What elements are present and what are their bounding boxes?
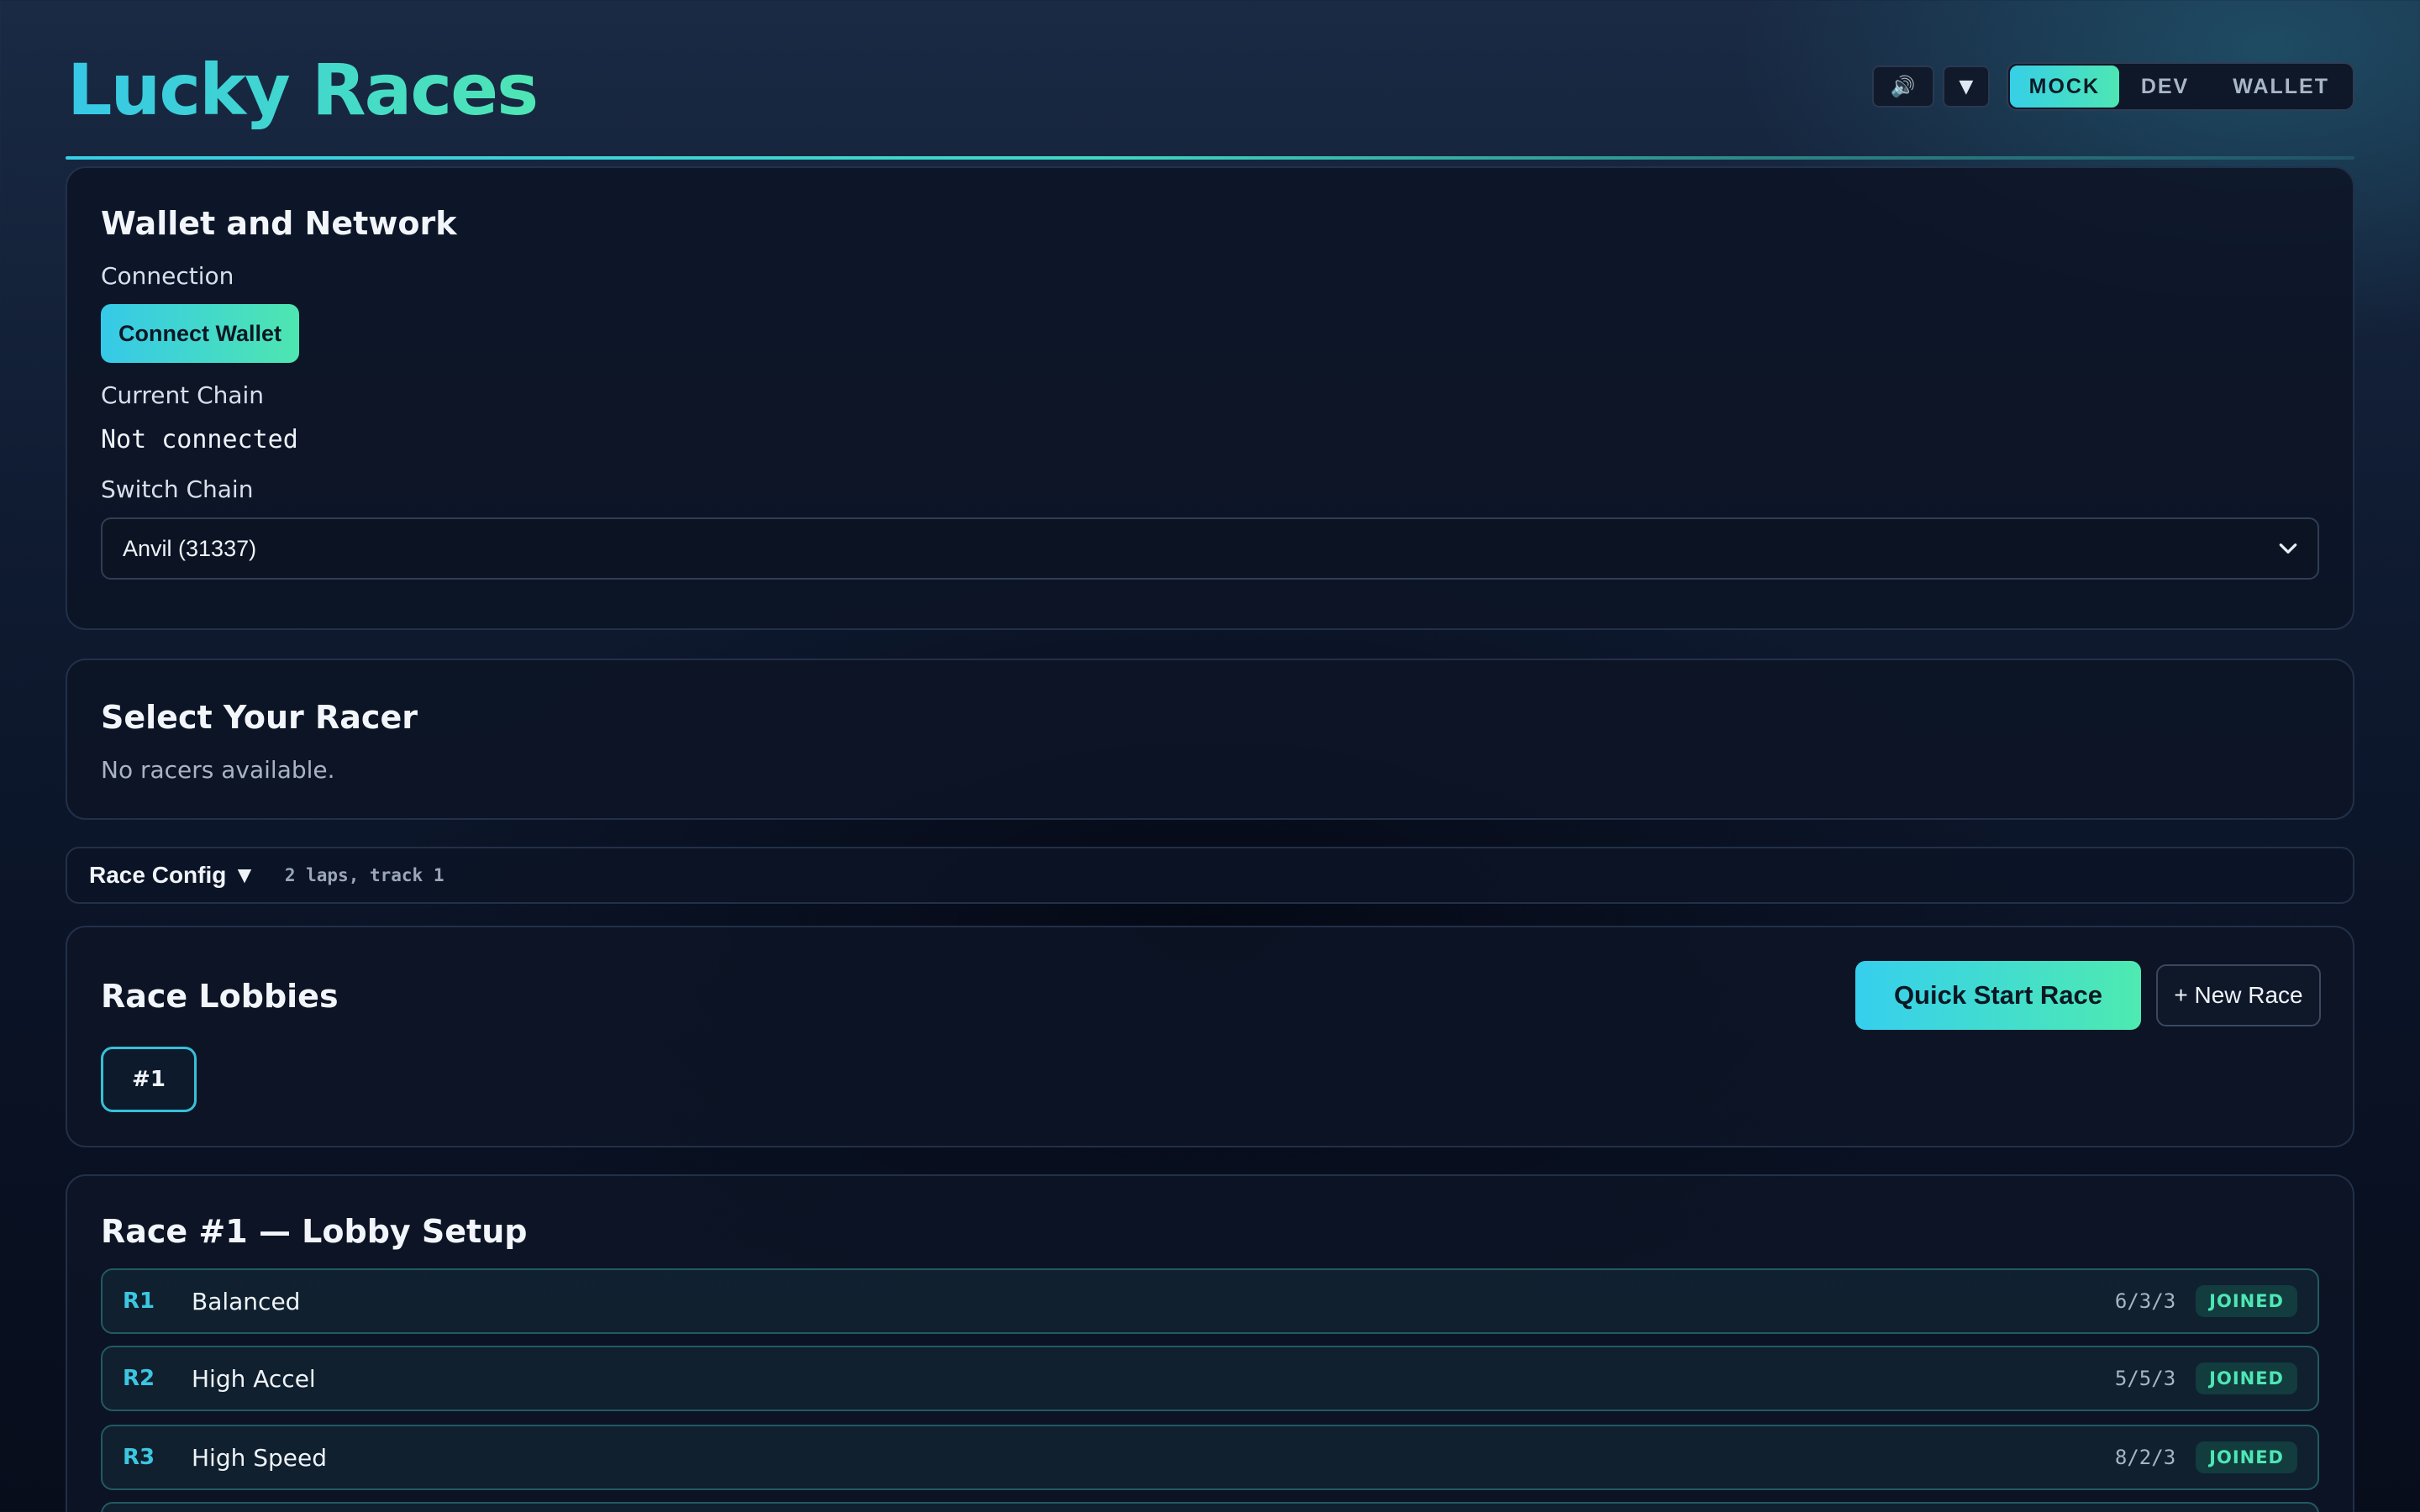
connection-label: Connection	[101, 262, 234, 290]
switch-chain-label: Switch Chain	[101, 475, 254, 503]
app-title: Lucky Races	[67, 49, 539, 131]
chevron-down-icon	[2279, 543, 2297, 554]
racer-row[interactable]: R3 High Speed 8/2/3 JOINED	[101, 1425, 2319, 1490]
sound-toggle-button[interactable]: 🔊	[1871, 66, 1934, 108]
switch-chain-select[interactable]: Anvil (31337)	[101, 517, 2319, 580]
lobby-chip[interactable]: #1	[101, 1047, 197, 1112]
race-lobbies-title: Race Lobbies	[101, 978, 339, 1015]
lobby-setup-panel: Race #1 — Lobby Setup R1 Balanced 6/3/3 …	[66, 1174, 2354, 1512]
racer-stats: 5/5/3	[2114, 1367, 2176, 1390]
mode-option-mock[interactable]: MOCK	[2009, 66, 2119, 108]
race-config-toggle[interactable]: Race Config ▼	[89, 862, 256, 889]
racer-row[interactable]: R1 Balanced 6/3/3 JOINED	[101, 1268, 2319, 1334]
select-racer-title: Select Your Racer	[101, 699, 418, 736]
header-menu-button[interactable]: ▼	[1942, 66, 1990, 108]
lobby-setup-title: Race #1 — Lobby Setup	[101, 1213, 528, 1250]
racer-row[interactable]	[101, 1502, 2319, 1512]
racer-stats: 6/3/3	[2114, 1289, 2176, 1313]
speaker-icon: 🔊	[1890, 75, 1916, 98]
race-config-bar: Race Config ▼ 2 laps, track 1	[66, 847, 2354, 904]
racer-stats: 8/2/3	[2114, 1446, 2176, 1469]
header-controls: 🔊 ▼ MOCK DEV WALLET	[1871, 62, 2354, 111]
racer-id: R1	[123, 1289, 155, 1314]
select-racer-panel: Select Your Racer No racers available.	[66, 659, 2354, 820]
current-chain-value: Not connected	[101, 425, 298, 454]
joined-badge: JOINED	[2196, 1362, 2297, 1394]
racer-id: R3	[123, 1445, 155, 1470]
racer-id: R2	[123, 1366, 155, 1391]
racer-name: Balanced	[192, 1287, 301, 1315]
race-config-summary: 2 laps, track 1	[284, 865, 445, 885]
joined-badge: JOINED	[2196, 1285, 2297, 1317]
mode-option-dev[interactable]: DEV	[2119, 66, 2211, 108]
wallet-panel-title: Wallet and Network	[101, 205, 457, 242]
joined-badge: JOINED	[2196, 1441, 2297, 1473]
switch-chain-selected-value: Anvil (31337)	[123, 535, 257, 561]
racer-name: High Accel	[192, 1364, 316, 1393]
current-chain-label: Current Chain	[101, 381, 265, 409]
new-race-button[interactable]: + New Race	[2156, 964, 2321, 1026]
racer-name: High Speed	[192, 1443, 328, 1472]
connect-wallet-button[interactable]: Connect Wallet	[101, 304, 299, 363]
header-divider	[66, 156, 2354, 160]
quick-start-race-button[interactable]: Quick Start Race	[1855, 961, 2141, 1030]
racer-row[interactable]: R2 High Accel 5/5/3 JOINED	[101, 1346, 2319, 1411]
no-racers-text: No racers available.	[101, 756, 335, 784]
app-header: Lucky Races 🔊 ▼ MOCK DEV WALLET	[66, 0, 2354, 161]
race-lobbies-panel: Race Lobbies Quick Start Race + New Race…	[66, 926, 2354, 1147]
triangle-down-icon: ▼	[1959, 76, 1974, 97]
app-root: Lucky Races 🔊 ▼ MOCK DEV WALLET Wallet a…	[66, 0, 2354, 1512]
mode-toggle: MOCK DEV WALLET	[2006, 62, 2354, 111]
mode-option-wallet[interactable]: WALLET	[2211, 66, 2351, 108]
wallet-network-panel: Wallet and Network Connection Connect Wa…	[66, 166, 2354, 630]
